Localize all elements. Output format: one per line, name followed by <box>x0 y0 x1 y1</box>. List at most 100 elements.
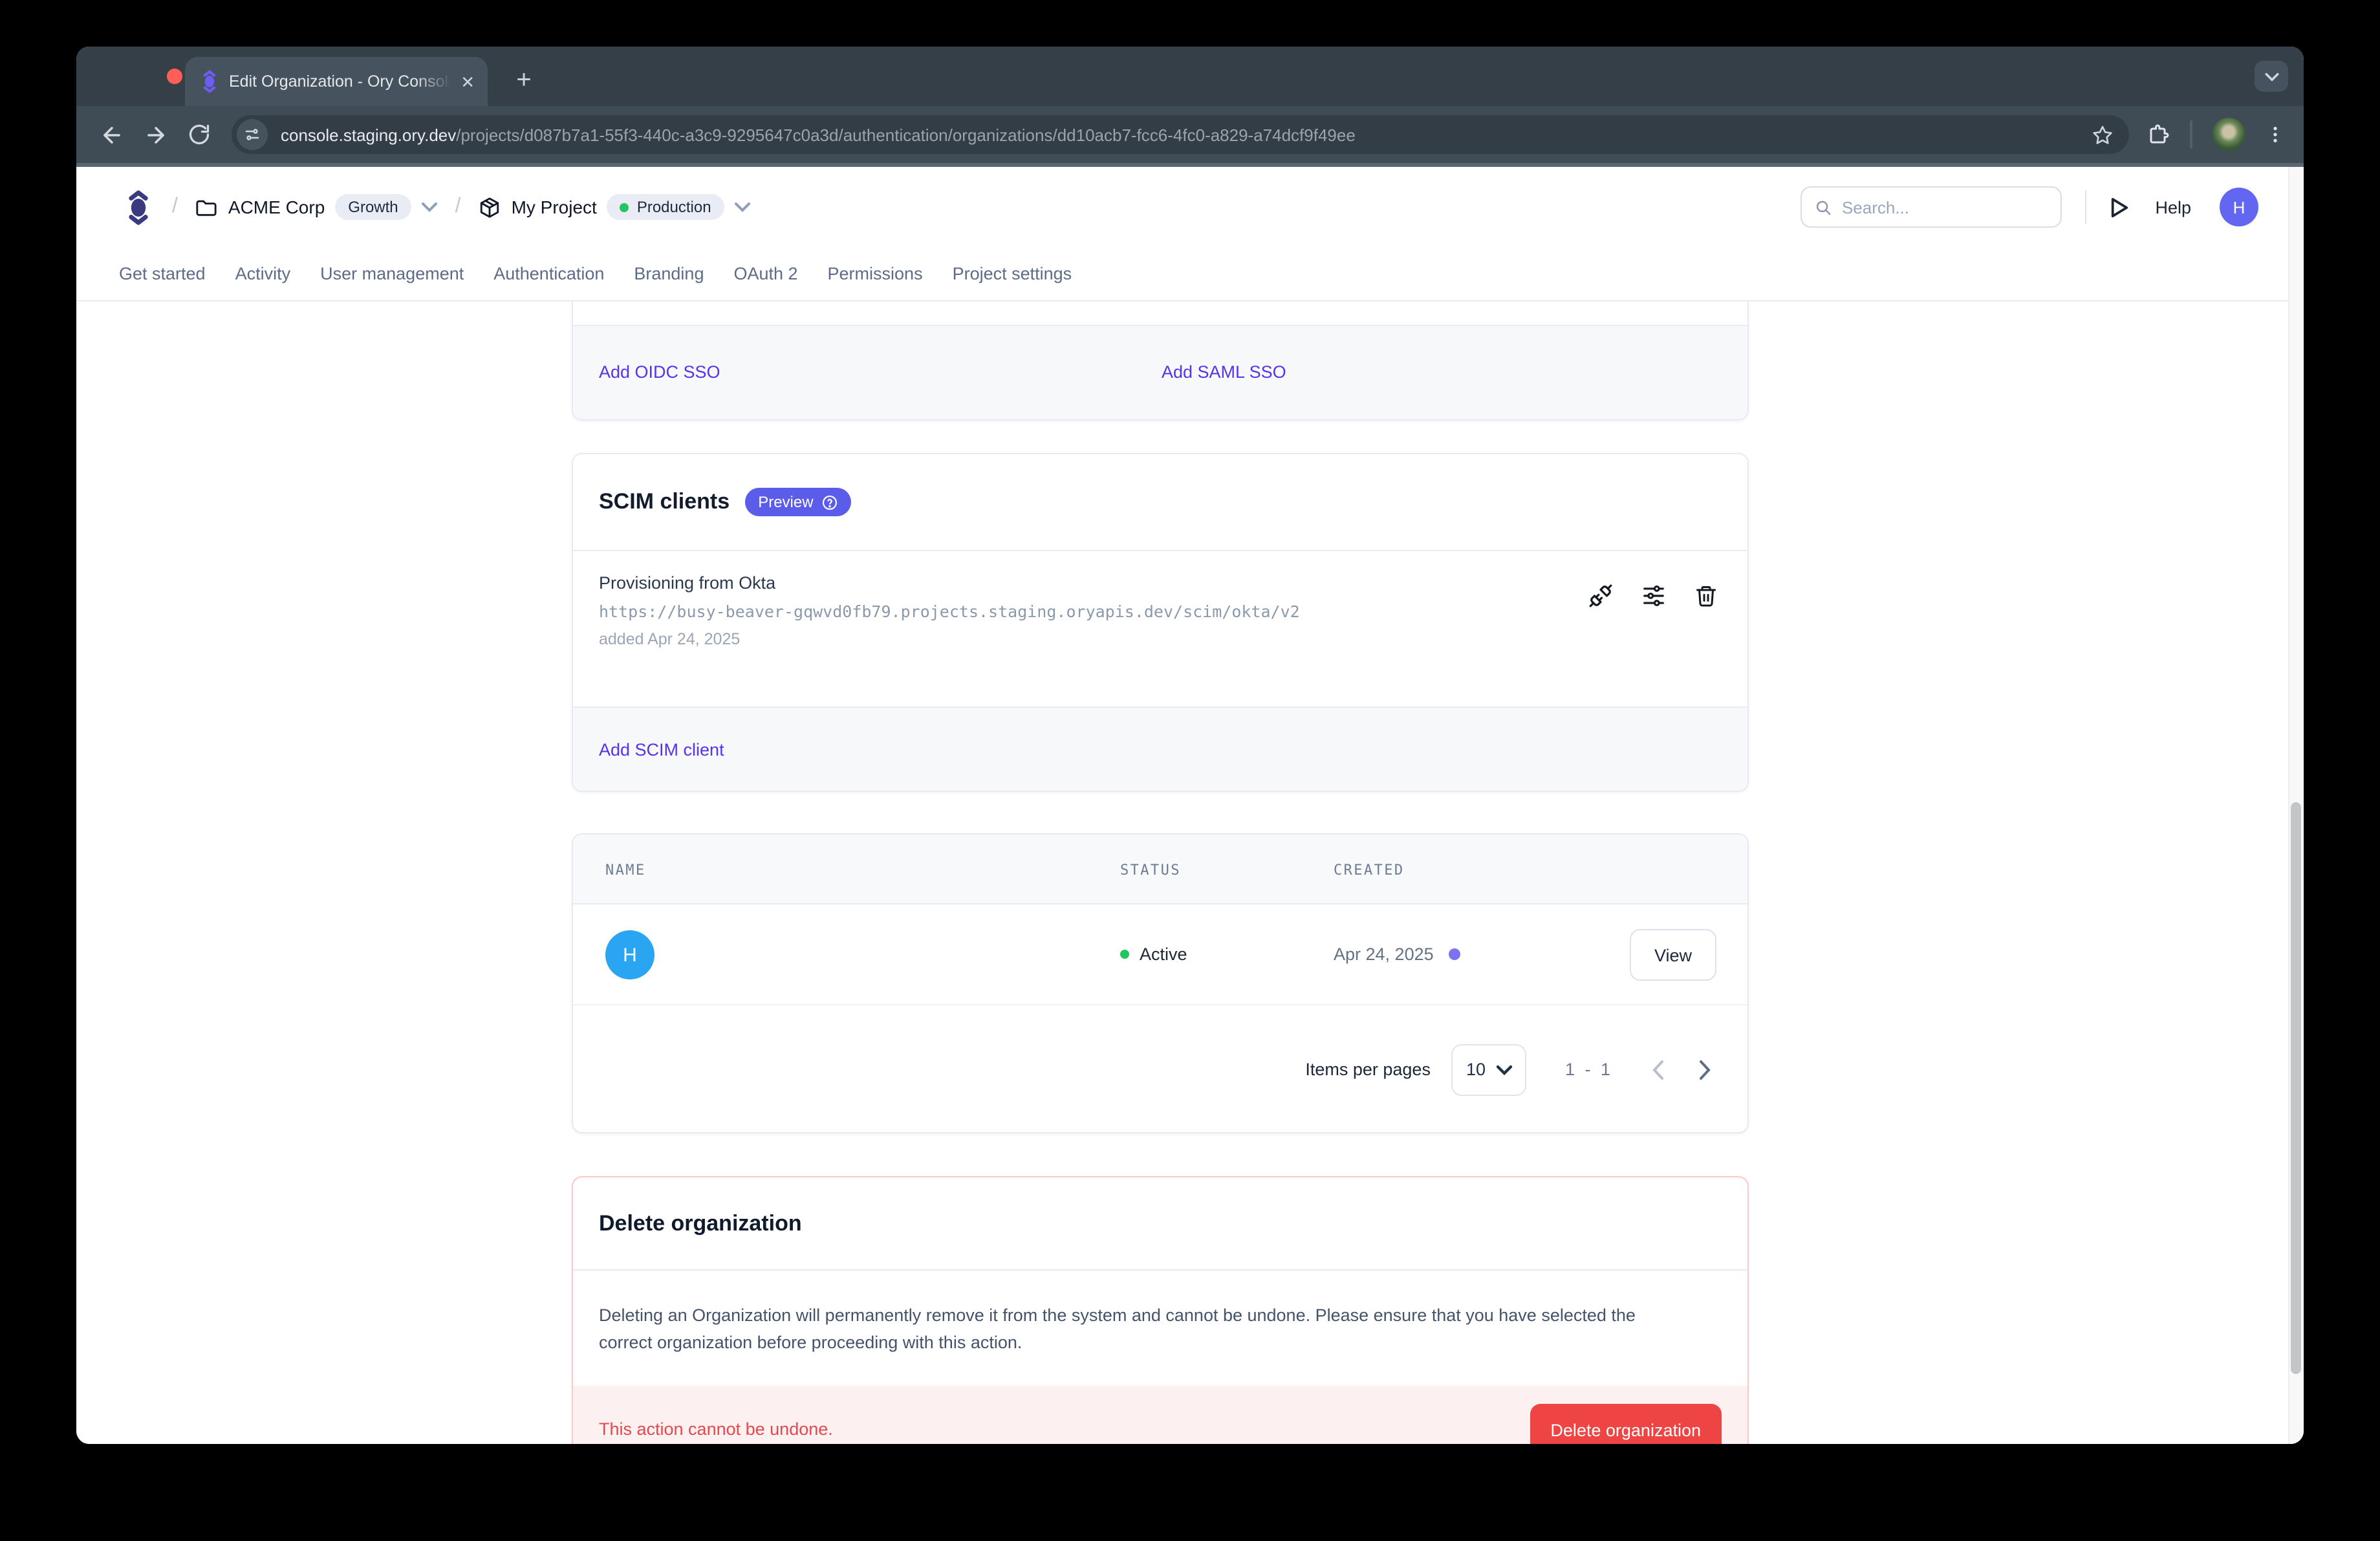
nav-branding[interactable]: Branding <box>634 264 704 283</box>
project-switcher[interactable]: My Project Production <box>479 194 750 220</box>
items-per-page-label: Items per pages <box>1305 1060 1431 1079</box>
tab-strip: Edit Organization - Ory Console ✕ + <box>76 47 2304 106</box>
nav-user-management[interactable]: User management <box>320 264 464 283</box>
scim-client-row: Provisioning from Okta https://busy-beav… <box>573 551 1747 648</box>
header-separator <box>2084 190 2086 224</box>
pagination-row: Items per pages 10 1 - 1 <box>573 1005 1747 1133</box>
package-icon <box>479 196 501 218</box>
danger-card-description: Deleting an Organization will permanentl… <box>573 1271 1718 1356</box>
chevron-down-icon <box>422 202 437 212</box>
tab-close-icon[interactable]: ✕ <box>460 73 475 90</box>
nav-project-settings[interactable]: Project settings <box>953 264 1072 283</box>
browser-menu-icon[interactable] <box>2265 124 2286 145</box>
pagination-range: 1 - 1 <box>1565 1060 1613 1079</box>
scim-card-header: SCIM clients Preview <box>573 454 1747 551</box>
search-input[interactable] <box>1842 197 2048 217</box>
ory-favicon-icon <box>200 70 219 93</box>
column-header-created: CREATED <box>1334 862 1405 879</box>
screen: Edit Organization - Ory Console ✕ + <box>0 0 2380 1541</box>
table-row: H Active Apr 24, 2025 View <box>573 904 1747 1005</box>
url-text: console.staging.ory.dev/projects/d087b7a… <box>281 125 2092 144</box>
nav-authentication[interactable]: Authentication <box>493 264 604 283</box>
created-indicator-dot <box>1449 948 1461 960</box>
add-oidc-sso-link[interactable]: Add OIDC SSO <box>599 362 720 382</box>
nav-oauth2[interactable]: OAuth 2 <box>733 264 797 283</box>
created-cell: Apr 24, 2025 <box>1334 945 1461 964</box>
chevron-down-icon <box>1496 1064 1511 1075</box>
workspace-name: ACME Corp <box>228 197 325 217</box>
bookmark-star-icon[interactable] <box>2092 124 2114 146</box>
toolbar-right-cluster <box>2147 118 2286 151</box>
status-active-dot <box>1120 950 1129 959</box>
unplug-icon[interactable] <box>1587 582 1613 608</box>
view-button[interactable]: View <box>1630 929 1716 981</box>
scim-clients-card: SCIM clients Preview Provisioning from O… <box>572 453 1749 792</box>
pagination-next-icon[interactable] <box>1698 1059 1711 1080</box>
column-header-name: NAME <box>605 862 646 879</box>
column-header-status: STATUS <box>1120 862 1181 879</box>
add-saml-sso-link[interactable]: Add SAML SSO <box>1162 362 1286 382</box>
pagination-prev-icon[interactable] <box>1652 1059 1665 1080</box>
workspace-switcher[interactable]: ACME Corp Growth <box>196 194 437 220</box>
project-nav: Get started Activity User management Aut… <box>76 247 2304 300</box>
danger-warning-text: This action cannot be undone. <box>599 1419 833 1439</box>
question-circle-icon <box>821 494 838 510</box>
tab-search-button[interactable] <box>2255 61 2288 92</box>
page-size-select[interactable]: 10 <box>1451 1044 1526 1095</box>
toolbar-separator <box>2190 120 2192 149</box>
created-date: Apr 24, 2025 <box>1334 945 1434 964</box>
browser-window: Edit Organization - Ory Console ✕ + <box>76 47 2304 1444</box>
nav-activity[interactable]: Activity <box>235 264 291 283</box>
delete-organization-card: Delete organization Deleting an Organiza… <box>572 1176 1749 1444</box>
sso-card: Add OIDC SSO Add SAML SSO <box>572 301 1749 421</box>
address-bar[interactable]: console.staging.ory.dev/projects/d087b7a… <box>232 115 2129 154</box>
scim-card-footer: Add SCIM client <box>573 706 1747 791</box>
user-avatar[interactable]: H <box>2220 188 2258 226</box>
tab-title: Edit Organization - Ory Console <box>229 72 455 91</box>
project-name: My Project <box>512 197 597 217</box>
site-settings-icon[interactable] <box>237 119 268 150</box>
trash-icon[interactable] <box>1693 582 1719 608</box>
danger-card-header: Delete organization <box>573 1177 1747 1271</box>
scim-client-url: https://busy-beaver-gqwvd0fb79.projects.… <box>599 602 1722 621</box>
table-header-row: NAME STATUS CREATED <box>573 835 1747 904</box>
breadcrumb-separator: / <box>172 195 178 219</box>
reload-button[interactable] <box>177 113 221 157</box>
preview-badge[interactable]: Preview <box>745 488 850 516</box>
sso-card-body <box>573 301 1747 326</box>
new-tab-button[interactable]: + <box>506 62 542 98</box>
sso-card-footer: Add OIDC SSO Add SAML SSO <box>573 326 1747 419</box>
project-env-badge: Production <box>607 194 724 220</box>
sliders-settings-icon[interactable] <box>1640 582 1666 608</box>
danger-card-title: Delete organization <box>599 1210 802 1236</box>
extensions-icon[interactable] <box>2147 123 2170 146</box>
ory-logo[interactable] <box>125 190 151 224</box>
play-icon[interactable] <box>2110 196 2129 218</box>
scim-client-name: Provisioning from Okta <box>599 573 1722 593</box>
forward-button[interactable] <box>133 113 177 157</box>
nav-get-started[interactable]: Get started <box>119 264 206 283</box>
workspace-plan-badge: Growth <box>335 194 411 220</box>
scrollbar-track[interactable] <box>2288 167 2304 1444</box>
search-box[interactable] <box>1800 186 2061 228</box>
browser-profile-avatar[interactable] <box>2212 118 2245 151</box>
app-header: / ACME Corp Growth / My Project <box>76 167 2304 301</box>
scim-card-title: SCIM clients <box>599 489 730 515</box>
status-label: Active <box>1140 945 1187 964</box>
row-avatar: H <box>605 930 654 979</box>
organization-table-card: NAME STATUS CREATED H Active Apr 24, 202… <box>572 833 1749 1133</box>
close-window-button[interactable] <box>167 69 182 84</box>
help-link[interactable]: Help <box>2155 197 2191 217</box>
nav-permissions[interactable]: Permissions <box>828 264 923 283</box>
browser-toolbar: console.staging.ory.dev/projects/d087b7a… <box>76 106 2304 163</box>
production-status-dot <box>620 202 629 212</box>
back-button[interactable] <box>89 113 133 157</box>
browser-tab[interactable]: Edit Organization - Ory Console ✕ <box>185 57 488 106</box>
scrollbar-thumb[interactable] <box>2291 802 2301 1374</box>
breadcrumb: / ACME Corp Growth / My Project <box>172 194 750 220</box>
chevron-down-icon <box>735 202 750 212</box>
search-icon <box>1814 197 1831 217</box>
delete-organization-button[interactable]: Delete organization <box>1530 1404 1722 1444</box>
add-scim-client-link[interactable]: Add SCIM client <box>599 739 724 759</box>
breadcrumb-separator: / <box>455 195 461 219</box>
